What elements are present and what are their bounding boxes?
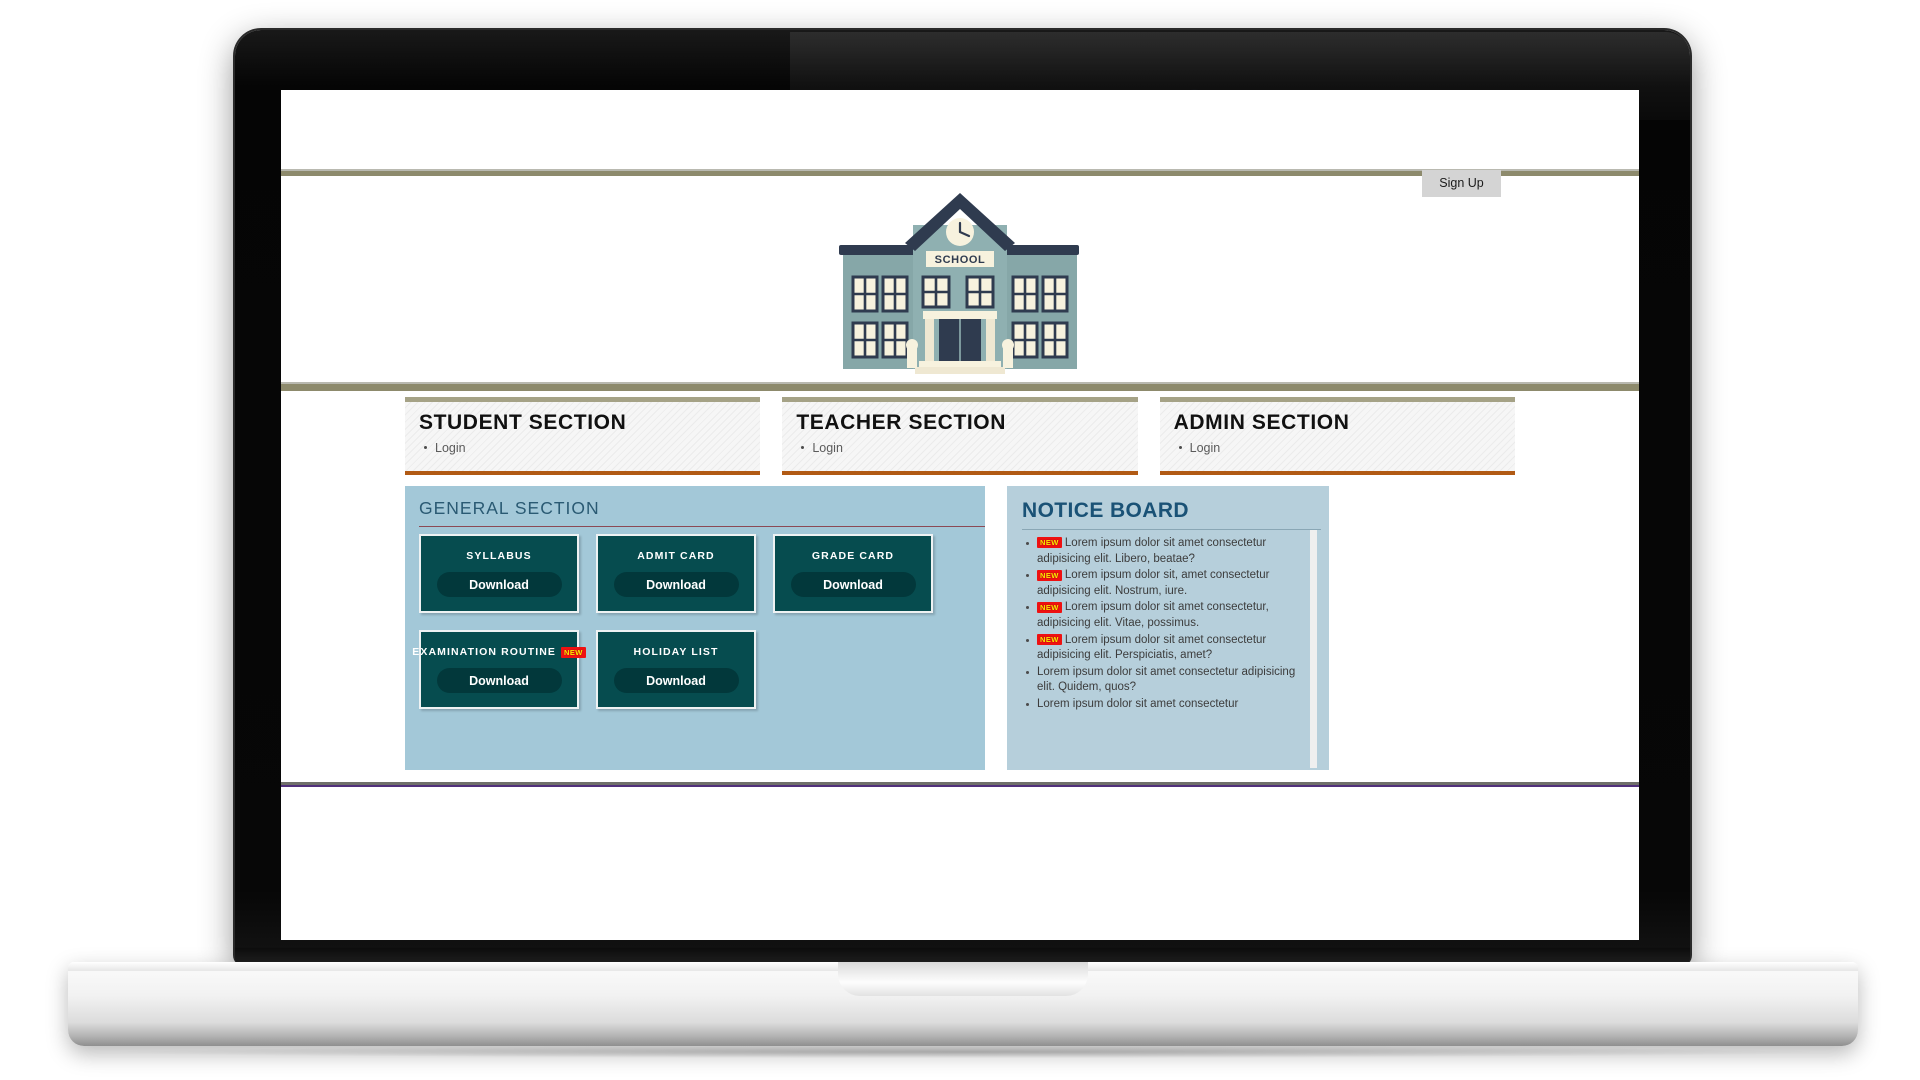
- holiday-list-download-button[interactable]: Download: [613, 668, 739, 693]
- student-login-link[interactable]: Login: [435, 441, 466, 455]
- grade-card-card: GRADE CARD Download: [773, 534, 933, 613]
- new-badge-icon: NEW: [1037, 634, 1062, 646]
- notice-board-scrollbar[interactable]: [1310, 530, 1317, 768]
- list-item: NEW Lorem ipsum dolor sit amet consectet…: [1026, 633, 1303, 664]
- syllabus-card-label: SYLLABUS: [466, 550, 532, 562]
- hero-banner: SCHOOL: [281, 186, 1639, 382]
- notice-board-list: NEW Lorem ipsum dolor sit amet consectet…: [1022, 536, 1321, 766]
- notice-board-title: NOTICE BOARD: [1022, 499, 1321, 530]
- laptop-shadow: [120, 1046, 1810, 1058]
- new-badge-icon: NEW: [1037, 601, 1062, 613]
- holiday-list-card: HOLIDAY LIST Download: [596, 630, 756, 709]
- teacher-section-links: Login: [796, 439, 1137, 457]
- lower-content-row: GENERAL SECTION SYLLABUS Download ADMIT …: [405, 486, 1515, 786]
- web-page: Sign Up SCHOOL STUDENT SECTION Login TEA…: [281, 90, 1639, 940]
- laptop-screen: Sign Up SCHOOL STUDENT SECTION Login TEA…: [281, 90, 1639, 940]
- notice-text: Lorem ipsum dolor sit amet consectetur a…: [1037, 537, 1267, 565]
- holiday-list-label: HOLIDAY LIST: [633, 646, 719, 658]
- admit-card-label: ADMIT CARD: [637, 550, 715, 562]
- notice-text: Lorem ipsum dolor sit amet consectetur a…: [1037, 633, 1267, 662]
- grade-card-download-button[interactable]: Download: [790, 572, 916, 597]
- syllabus-card: SYLLABUS Download: [419, 534, 579, 613]
- admin-section-title: ADMIN SECTION: [1173, 411, 1350, 434]
- teacher-login-link[interactable]: Login: [812, 441, 843, 455]
- top-navigation-bar: Sign Up: [281, 169, 1639, 197]
- hero-bottom-divider: [281, 382, 1639, 391]
- list-item: Login: [423, 439, 760, 457]
- notice-text: Lorem ipsum dolor sit, amet consectetur …: [1037, 569, 1270, 597]
- syllabus-card-title: SYLLABUS: [466, 550, 531, 562]
- laptop-base-notch: [838, 962, 1088, 996]
- notice-text: Lorem ipsum dolor sit amet consectetur, …: [1037, 601, 1269, 629]
- examination-routine-download-button[interactable]: Download: [436, 668, 562, 693]
- list-item: NEW Lorem ipsum dolor sit, amet consecte…: [1026, 568, 1303, 599]
- student-section-title: STUDENT SECTION: [419, 411, 627, 434]
- examination-routine-card: EXAMINATION ROUTINE NEW Download: [412, 630, 586, 709]
- grade-card-title: GRADE CARD: [812, 550, 894, 562]
- laptop-base: [68, 962, 1858, 1046]
- svg-text:SCHOOL: SCHOOL: [935, 254, 986, 266]
- new-badge-icon: NEW: [561, 646, 586, 658]
- new-badge-icon: NEW: [1037, 537, 1062, 549]
- examination-routine-title: EXAMINATION ROUTINE NEW: [412, 646, 586, 658]
- general-section-panel: GENERAL SECTION SYLLABUS Download ADMIT …: [405, 486, 985, 770]
- page-bottom-divider: [281, 782, 1639, 787]
- list-item: Login: [801, 439, 1137, 457]
- school-building-icon: SCHOOL: [839, 193, 1079, 374]
- general-section-card-grid: SYLLABUS Download ADMIT CARD Download GR…: [412, 534, 985, 709]
- teacher-section-card: TEACHER SECTION Login: [782, 397, 1138, 475]
- notice-text: Lorem ipsum dolor sit amet consectetur: [1037, 697, 1239, 710]
- admit-card-title: ADMIT CARD: [637, 550, 715, 562]
- teacher-section-title: TEACHER SECTION: [796, 411, 1007, 434]
- general-section-title: GENERAL SECTION: [419, 498, 985, 527]
- syllabus-download-button[interactable]: Download: [436, 572, 562, 597]
- admin-section-links: Login: [1174, 439, 1515, 457]
- holiday-list-title: HOLIDAY LIST: [634, 646, 719, 658]
- list-item: Lorem ipsum dolor sit amet consectetur: [1026, 697, 1303, 713]
- list-item: Lorem ipsum dolor sit amet consectetur a…: [1026, 665, 1303, 696]
- admit-card-download-button[interactable]: Download: [613, 572, 739, 597]
- admin-login-link[interactable]: Login: [1190, 441, 1221, 455]
- student-section-links: Login: [419, 439, 760, 457]
- role-sections-row: STUDENT SECTION Login TEACHER SECTION Lo…: [405, 397, 1515, 475]
- list-item: NEW Lorem ipsum dolor sit amet consectet…: [1026, 600, 1303, 631]
- notice-board-panel: NOTICE BOARD NEW Lorem ipsum dolor sit a…: [1007, 486, 1329, 770]
- notice-text: Lorem ipsum dolor sit amet consectetur a…: [1037, 665, 1296, 694]
- examination-routine-label: EXAMINATION ROUTINE: [412, 646, 557, 658]
- list-item: Login: [1178, 439, 1515, 457]
- laptop-mockup: Sign Up SCHOOL STUDENT SECTION Login TEA…: [0, 0, 1920, 1080]
- admin-section-card: ADMIN SECTION Login: [1159, 397, 1515, 475]
- student-section-card: STUDENT SECTION Login: [405, 397, 761, 475]
- list-item: NEW Lorem ipsum dolor sit amet consectet…: [1026, 536, 1303, 567]
- admit-card-card: ADMIT CARD Download: [596, 534, 756, 613]
- new-badge-icon: NEW: [1037, 569, 1062, 581]
- grade-card-label: GRADE CARD: [811, 550, 895, 562]
